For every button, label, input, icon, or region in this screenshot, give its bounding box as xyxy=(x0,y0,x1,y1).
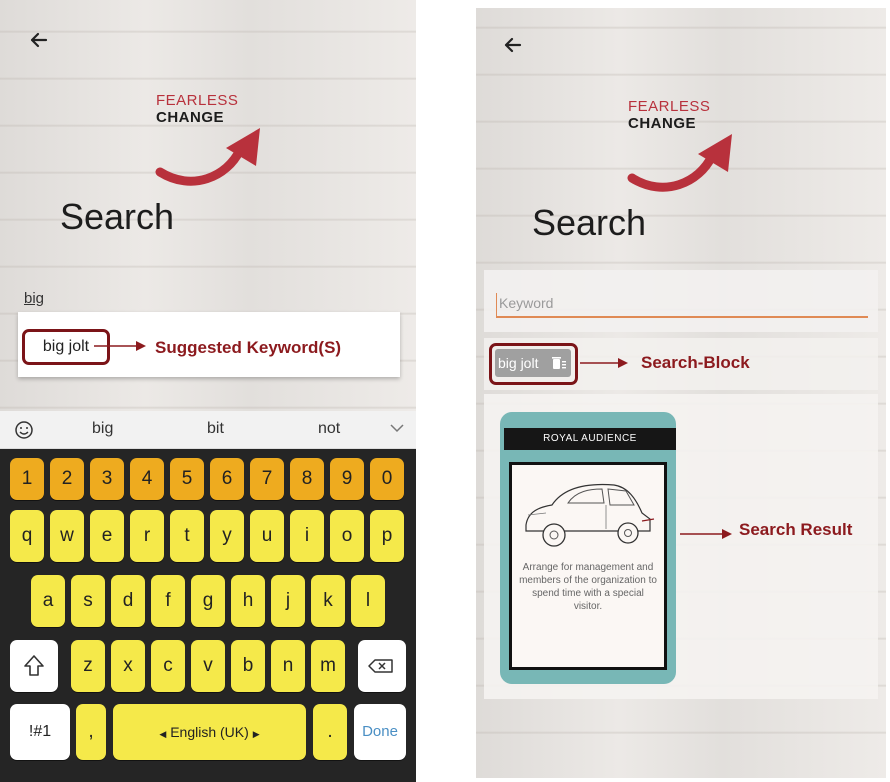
key-5[interactable]: 5 xyxy=(170,458,204,500)
search-input[interactable]: big xyxy=(22,290,400,314)
key-h[interactable]: h xyxy=(231,575,265,627)
backspace-key[interactable] xyxy=(358,640,406,692)
key-9[interactable]: 9 xyxy=(330,458,364,500)
key-8[interactable]: 8 xyxy=(290,458,324,500)
key-e[interactable]: e xyxy=(90,510,124,562)
card-body: Arrange for management and members of th… xyxy=(509,462,667,670)
key-0[interactable]: 0 xyxy=(370,458,404,500)
space-key-label: English (UK) xyxy=(170,724,249,740)
key-j[interactable]: j xyxy=(271,575,305,627)
key-w[interactable]: w xyxy=(50,510,84,562)
key-f[interactable]: f xyxy=(151,575,185,627)
language-left-chevron-icon: ◀ xyxy=(159,729,167,739)
key-3[interactable]: 3 xyxy=(90,458,124,500)
card-title: ROYAL AUDIENCE xyxy=(504,428,676,450)
key-l[interactable]: l xyxy=(351,575,385,627)
key-m[interactable]: m xyxy=(311,640,345,692)
car-illustration-icon xyxy=(525,483,655,547)
key-v[interactable]: v xyxy=(191,640,225,692)
language-right-chevron-icon: ▶ xyxy=(252,729,260,739)
annotation-suggested-keyword: Suggested Keyword(S) xyxy=(155,338,342,357)
key-4[interactable]: 4 xyxy=(130,458,164,500)
chevron-down-icon[interactable] xyxy=(390,423,404,433)
keyboard-suggestion-bar: big bit not xyxy=(0,411,416,449)
logo-arrow-icon xyxy=(155,128,260,186)
keyword-input[interactable]: Keyword xyxy=(496,293,868,318)
arrow-right-icon xyxy=(94,341,146,351)
pattern-card[interactable]: ROYAL AUDIENCE Arrange for management an… xyxy=(500,412,676,684)
search-input-value: big xyxy=(24,290,45,307)
emoji-icon[interactable] xyxy=(13,419,35,441)
key-q[interactable]: q xyxy=(10,510,44,562)
key-p[interactable]: p xyxy=(370,510,404,562)
logo-word-fearless: FEARLESS xyxy=(628,98,711,115)
keyboard-suggestion-2[interactable]: bit xyxy=(207,420,224,438)
logo-word-fearless: FEARLESS xyxy=(156,92,239,109)
trash-icon[interactable] xyxy=(551,355,567,371)
annotation-search-result: Search Result xyxy=(739,520,853,539)
key-c[interactable]: c xyxy=(151,640,185,692)
logo-arrow-icon xyxy=(627,134,732,192)
card-description: Arrange for management and members of th… xyxy=(519,562,657,612)
backspace-icon xyxy=(368,659,393,673)
key-a[interactable]: a xyxy=(31,575,65,627)
fearless-change-logo: FEARLESS CHANGE xyxy=(152,90,302,200)
shift-key[interactable] xyxy=(10,640,58,692)
keyboard-suggestion-3[interactable]: not xyxy=(318,420,340,438)
key-d[interactable]: d xyxy=(111,575,145,627)
symbols-key[interactable]: !#1 xyxy=(10,704,70,760)
search-block-chip[interactable]: big jolt xyxy=(495,349,571,377)
comma-key[interactable]: , xyxy=(76,704,106,760)
page-title: Search xyxy=(532,202,647,243)
done-key[interactable]: Done xyxy=(354,704,406,760)
keyboard-suggestion-1[interactable]: big xyxy=(92,420,113,438)
arrow-right-icon xyxy=(580,358,628,368)
key-z[interactable]: z xyxy=(71,640,105,692)
key-k[interactable]: k xyxy=(311,575,345,627)
search-block-chip-label: big jolt xyxy=(498,355,539,371)
key-g[interactable]: g xyxy=(191,575,225,627)
key-n[interactable]: n xyxy=(271,640,305,692)
key-1[interactable]: 1 xyxy=(10,458,44,500)
key-x[interactable]: x xyxy=(111,640,145,692)
annotation-search-block: Search-Block xyxy=(641,353,750,372)
key-2[interactable]: 2 xyxy=(50,458,84,500)
arrow-right-icon xyxy=(680,529,732,539)
key-7[interactable]: 7 xyxy=(250,458,284,500)
fearless-change-logo: FEARLESS CHANGE xyxy=(624,96,774,206)
left-screen: FEARLESS CHANGE Search big big jolt Sugg… xyxy=(0,0,416,782)
key-b[interactable]: b xyxy=(231,640,265,692)
right-screen: FEARLESS CHANGE Search Keyword big jolt … xyxy=(476,8,886,778)
shift-icon xyxy=(24,655,44,676)
key-6[interactable]: 6 xyxy=(210,458,244,500)
key-t[interactable]: t xyxy=(170,510,204,562)
keyboard: 1 2 3 4 5 6 7 8 9 0 q w e r t y u i o p … xyxy=(0,449,416,782)
key-o[interactable]: o xyxy=(330,510,364,562)
key-u[interactable]: u xyxy=(250,510,284,562)
period-key[interactable]: . xyxy=(313,704,347,760)
key-r[interactable]: r xyxy=(130,510,164,562)
back-arrow-icon[interactable] xyxy=(26,27,52,53)
key-y[interactable]: y xyxy=(210,510,244,562)
page-title: Search xyxy=(60,196,175,237)
space-key[interactable]: ◀ English (UK) ▶ xyxy=(113,704,306,760)
key-i[interactable]: i xyxy=(290,510,324,562)
key-s[interactable]: s xyxy=(71,575,105,627)
back-arrow-icon[interactable] xyxy=(500,32,526,58)
